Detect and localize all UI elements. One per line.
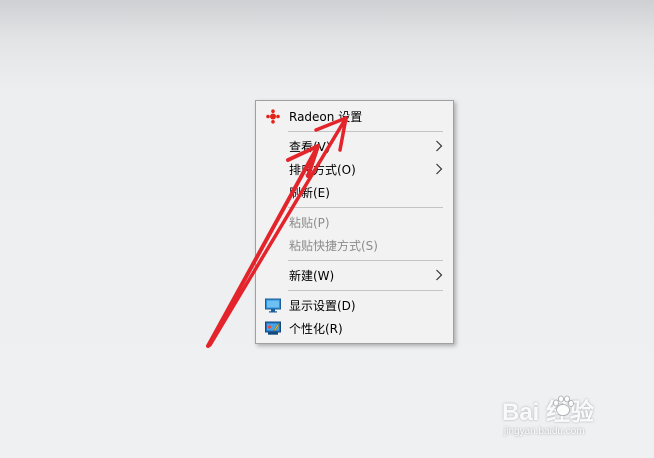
chevron-right-icon — [436, 163, 443, 175]
menu-item-refresh[interactable]: 刷新(E) — [256, 181, 453, 204]
baidu-paw-icon — [553, 395, 574, 416]
menu-item-display-settings[interactable]: 显示设置(D) — [256, 294, 453, 317]
desktop-context-menu: Radeon 设置 查看(V) 排序方式(O) 刷新(E) 粘贴(P) 粘贴快捷… — [255, 100, 454, 344]
menu-item-label: 粘贴(P) — [289, 216, 330, 230]
menu-separator — [288, 260, 443, 261]
baidu-jingyan-watermark: Bai 经验 jingyan.baidu.com — [502, 392, 642, 446]
menu-item-paste: 粘贴(P) — [256, 211, 453, 234]
menu-item-label: 排序方式(O) — [289, 163, 356, 177]
menu-separator — [288, 131, 443, 132]
menu-item-new[interactable]: 新建(W) — [256, 264, 453, 287]
watermark-brand: Bai 经验 — [502, 399, 595, 426]
menu-item-paste-shortcut: 粘贴快捷方式(S) — [256, 234, 453, 257]
menu-item-personalize[interactable]: 个性化(R) — [256, 317, 453, 340]
menu-item-label: Radeon 设置 — [289, 110, 363, 124]
chevron-right-icon — [436, 140, 443, 152]
menu-item-label: 查看(V) — [289, 140, 331, 154]
menu-item-label: 个性化(R) — [289, 322, 343, 336]
chevron-right-icon — [436, 269, 443, 281]
menu-item-label: 粘贴快捷方式(S) — [289, 239, 378, 253]
menu-item-label: 新建(W) — [289, 269, 335, 283]
display-icon — [265, 298, 281, 313]
personalize-icon — [265, 321, 281, 335]
watermark-url: jingyan.baidu.com — [504, 426, 585, 437]
radeon-icon — [266, 109, 280, 124]
menu-item-label: 显示设置(D) — [289, 299, 356, 313]
menu-item-view[interactable]: 查看(V) — [256, 135, 453, 158]
menu-item-sort-by[interactable]: 排序方式(O) — [256, 158, 453, 181]
menu-separator — [288, 207, 443, 208]
menu-item-label: 刷新(E) — [289, 186, 330, 200]
menu-separator — [288, 290, 443, 291]
menu-item-radeon-settings[interactable]: Radeon 设置 — [256, 105, 453, 128]
